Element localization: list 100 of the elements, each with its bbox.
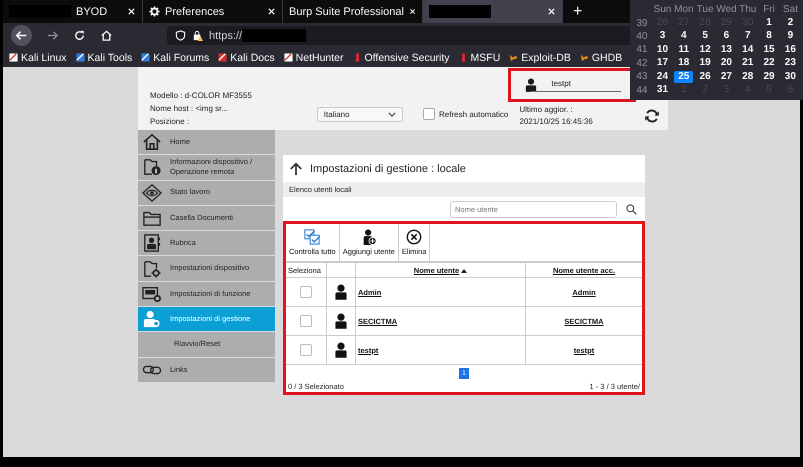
calendar-day[interactable]: 10 xyxy=(652,44,672,56)
checkboxes-icon xyxy=(304,229,320,245)
house-icon xyxy=(142,133,162,152)
contact-card-icon xyxy=(142,234,162,252)
device-info-text: Posizione : xyxy=(150,117,190,126)
tab-title: Preferences xyxy=(165,6,224,18)
lock-warning-icon xyxy=(192,30,203,41)
calendar-day[interactable]: 31 xyxy=(652,84,672,96)
week-number: 42 xyxy=(635,58,648,69)
bookmark-icon xyxy=(9,53,18,62)
bookmark-link[interactable]: NetHunter xyxy=(284,52,344,64)
calendar-day[interactable]: 29 xyxy=(759,70,779,83)
close-icon[interactable] xyxy=(267,7,276,16)
week-number: 39 xyxy=(635,18,648,29)
user-icon xyxy=(335,313,347,329)
calendar-day[interactable]: 15 xyxy=(759,44,779,56)
reload-icon[interactable] xyxy=(73,29,86,42)
calendar-day[interactable]: 14 xyxy=(738,44,758,56)
weekday-label: Wed xyxy=(716,4,738,16)
calendar-day[interactable]: 4 xyxy=(674,30,694,42)
calendar-day[interactable]: 11 xyxy=(674,44,694,56)
week-number: 40 xyxy=(635,30,648,42)
calendar-day[interactable]: 21 xyxy=(738,57,758,70)
tab-title: BYOD xyxy=(76,6,108,18)
weekday-label: Sat xyxy=(782,4,799,16)
row-checkbox[interactable] xyxy=(300,286,312,298)
bookmark-icon xyxy=(76,53,85,62)
user-gear-icon xyxy=(142,310,162,328)
tab-title: Burp Suite Professional xyxy=(289,6,404,18)
refresh-icon[interactable] xyxy=(644,108,660,124)
close-icon[interactable] xyxy=(127,7,136,16)
up-arrow-icon[interactable] xyxy=(289,162,303,176)
last-update-time: 2021/10/25 16:45:36 xyxy=(519,117,593,126)
bookmark-link[interactable]: Kali Docs xyxy=(218,52,275,64)
delete-icon xyxy=(406,229,422,245)
bookmark-link[interactable]: MSFU xyxy=(458,52,500,64)
bookmark-icon xyxy=(141,53,150,62)
row-checkbox[interactable] xyxy=(300,344,312,356)
bookmark-link[interactable]: Kali Tools xyxy=(76,52,132,64)
calendar-day[interactable]: 19 xyxy=(695,57,715,70)
calendar-day[interactable]: 3 xyxy=(652,30,672,42)
week-number: 43 xyxy=(635,71,648,82)
language-dropdown[interactable]: Italiano xyxy=(316,107,403,122)
back-icon[interactable] xyxy=(11,25,32,46)
calendar-day[interactable]: 25 xyxy=(674,70,694,83)
sort-up-icon xyxy=(461,268,468,272)
weekday-label: Thu xyxy=(738,4,758,16)
calendar-day[interactable]: 28 xyxy=(738,70,758,83)
folder-info-icon xyxy=(142,158,162,176)
calendar-day[interactable]: 17 xyxy=(652,57,672,70)
caret-icon xyxy=(388,112,396,117)
gear-icon xyxy=(149,6,160,17)
forward-icon[interactable] xyxy=(46,29,59,42)
calendar-day[interactable]: 7 xyxy=(738,30,758,42)
bookmark-icon xyxy=(580,53,589,62)
calendar-day[interactable]: 26 xyxy=(695,70,715,83)
week-number: 44 xyxy=(635,84,648,96)
device-info-text: Modello : d-COLOR MF3555 xyxy=(150,91,253,100)
bookmark-link[interactable]: Kali Linux xyxy=(9,52,67,64)
browser-tab[interactable]: BYOD xyxy=(3,0,143,23)
calendar-day[interactable]: 13 xyxy=(716,44,736,56)
device-info-text: Nome host : <img sr... xyxy=(150,104,230,113)
auto-refresh-checkbox[interactable] xyxy=(423,108,435,120)
folder-gear-icon xyxy=(142,260,162,278)
bookmark-link[interactable]: GHDB xyxy=(580,52,622,64)
calendar-day[interactable]: 24 xyxy=(652,70,672,83)
user-icon xyxy=(525,78,538,92)
new-tab-button[interactable]: + xyxy=(563,0,592,23)
calendar-day[interactable]: 5 xyxy=(695,30,715,42)
monitor-gear-icon xyxy=(142,284,162,303)
weekday-label: Mon xyxy=(673,4,694,16)
bookmark-icon xyxy=(352,53,362,62)
user-icon xyxy=(335,284,347,300)
bookmark-link[interactable]: Exploit-DB xyxy=(509,52,571,64)
browser-tab[interactable]: Preferences xyxy=(143,0,283,23)
eye-icon xyxy=(142,184,162,202)
calendar-day[interactable]: 12 xyxy=(695,44,715,56)
close-icon[interactable] xyxy=(408,7,416,16)
weekday-label: Sun xyxy=(652,4,672,16)
bookmark-link[interactable]: Offensive Security xyxy=(352,52,450,64)
user-name[interactable]: testpt xyxy=(531,78,621,92)
close-icon[interactable] xyxy=(547,7,556,16)
calendar-day[interactable]: 22 xyxy=(759,57,779,70)
calendar-day[interactable]: 6 xyxy=(716,30,736,42)
bookmark-link[interactable]: Kali Forums xyxy=(141,52,210,64)
calendar-day[interactable]: 30 xyxy=(780,70,800,83)
bookmark-icon xyxy=(458,53,468,62)
search-icon[interactable] xyxy=(626,204,637,214)
calendar-day[interactable]: 27 xyxy=(716,70,736,83)
weekday-label: Tue xyxy=(696,4,715,16)
calendar-day[interactable]: 18 xyxy=(674,57,694,70)
user-icon xyxy=(335,342,347,358)
calendar-day[interactable]: 20 xyxy=(716,57,736,70)
calendar-day[interactable]: 8 xyxy=(759,30,779,42)
auto-refresh-label: Refresh automatico xyxy=(439,110,508,118)
row-checkbox[interactable] xyxy=(300,315,312,327)
home-icon[interactable] xyxy=(100,29,113,42)
calendar-day[interactable]: 16 xyxy=(780,44,800,56)
shield-icon xyxy=(175,30,186,41)
calendar-day[interactable]: 23 xyxy=(780,57,800,70)
